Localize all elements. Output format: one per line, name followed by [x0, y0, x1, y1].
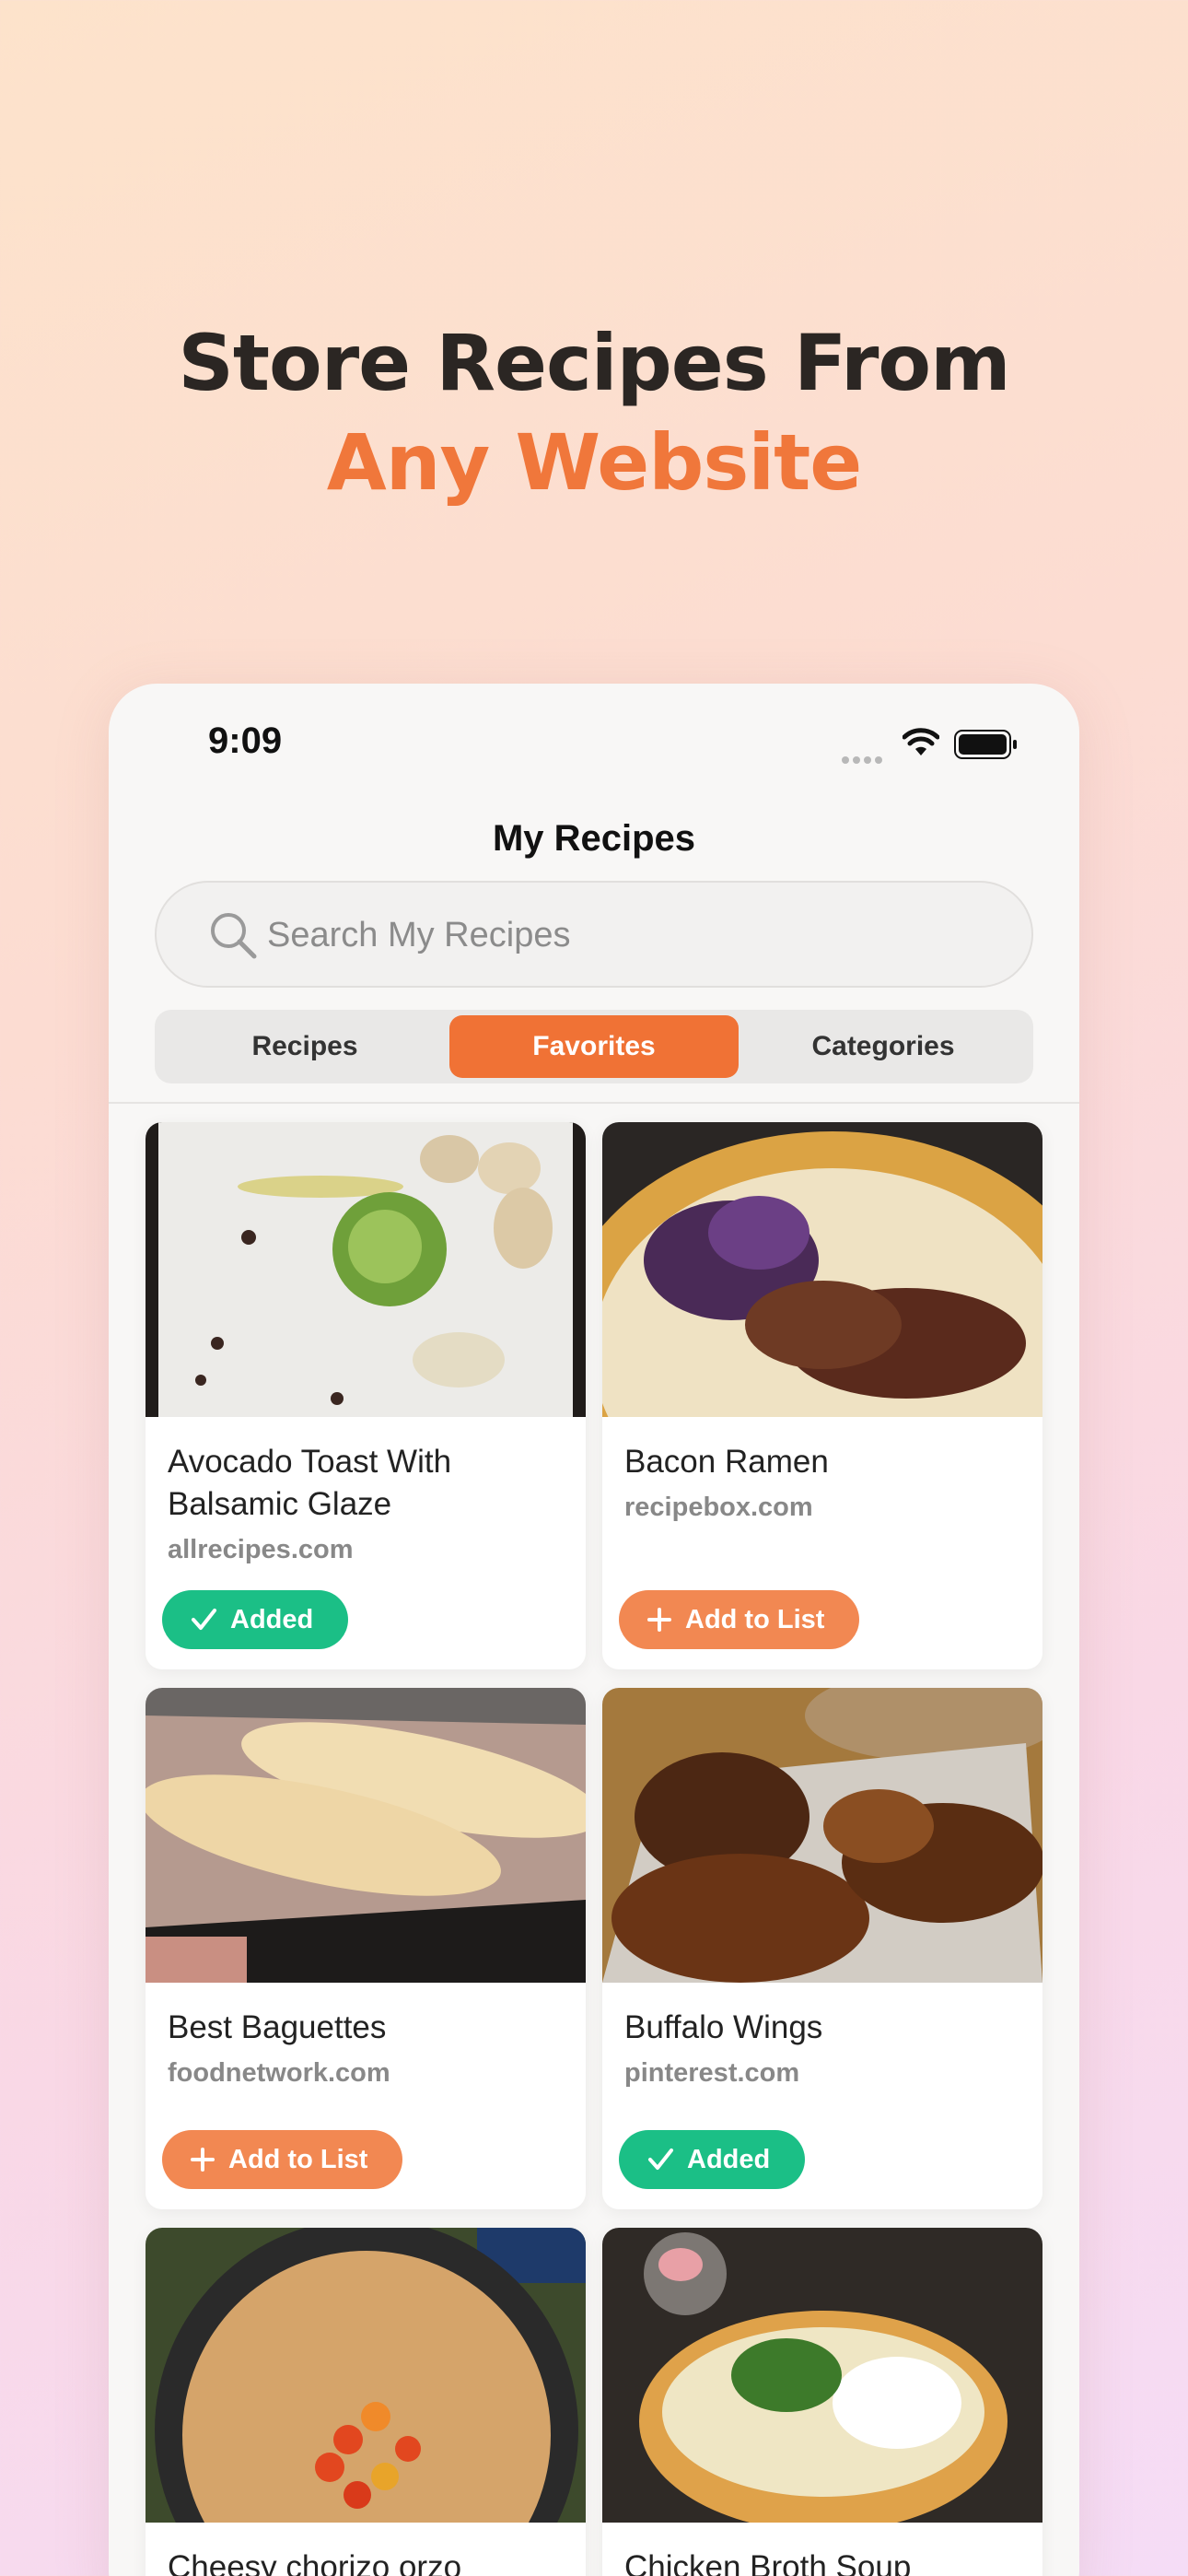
recipe-title: Chicken Broth Soup — [624, 2549, 912, 2576]
page-title: My Recipes — [492, 818, 696, 859]
recipe-title: Best Baguettes — [168, 2009, 387, 2045]
recipe-card[interactable]: Bacon Ramen recipebox.com Add to List — [602, 1122, 1042, 1669]
recipe-title: Cheesy chorizo orzo — [168, 2549, 462, 2576]
recipe-image-buffalo-wings — [602, 1688, 1042, 1983]
plus-icon — [646, 1607, 672, 1633]
headline-line-2: Any Website — [326, 417, 863, 508]
add-to-list-label: Add to List — [228, 2144, 368, 2174]
added-label: Added — [687, 2144, 771, 2174]
battery-icon — [954, 730, 1019, 764]
status-bar: 9:09 — [109, 720, 1079, 776]
tab-recipes[interactable]: Recipes — [160, 1015, 449, 1078]
search-icon — [211, 913, 257, 959]
recipe-card[interactable]: Buffalo Wings pinterest.com Added — [602, 1688, 1042, 2209]
recipe-source: recipebox.com — [624, 1493, 813, 1522]
tab-favorites[interactable]: Favorites — [449, 1015, 739, 1078]
headline: Store Recipes From Any Website — [0, 313, 1188, 512]
headline-line-1: Store Recipes From — [178, 318, 1010, 408]
search-bar[interactable] — [155, 881, 1033, 988]
tab-categories[interactable]: Categories — [739, 1015, 1028, 1078]
recipe-image-chicken-broth-soup — [602, 2228, 1042, 2523]
segmented-control: Recipes Favorites Categories — [155, 1010, 1033, 1083]
status-time: 9:09 — [208, 720, 283, 761]
recipe-title: Avocado Toast With Balsamic Glaze — [168, 1444, 452, 1522]
add-to-list-button[interactable]: Add to List — [619, 1590, 860, 1649]
cellular-signal-icon — [842, 752, 886, 768]
plus-icon — [190, 2147, 215, 2172]
recipe-image-avocado-toast — [146, 1122, 586, 1417]
recipe-card[interactable]: Cheesy chorizo orzo — [146, 2228, 586, 2576]
added-label: Added — [230, 1604, 314, 1634]
wifi-icon — [902, 728, 940, 762]
phone-screen: 9:09 My Recipes Recipes Favorites C — [109, 684, 1079, 2576]
add-to-list-button[interactable]: Add to List — [162, 2130, 403, 2189]
recipe-card[interactable]: Chicken Broth Soup — [602, 2228, 1042, 2576]
recipe-source: pinterest.com — [624, 2058, 800, 2088]
search-input[interactable] — [267, 903, 985, 967]
recipe-title: Buffalo Wings — [624, 2009, 823, 2045]
add-to-list-label: Add to List — [685, 1604, 825, 1634]
divider — [109, 1102, 1079, 1104]
recipe-image-bacon-ramen — [602, 1122, 1042, 1417]
recipe-title: Bacon Ramen — [624, 1444, 829, 1480]
recipe-card[interactable]: Avocado Toast With Balsamic Glaze allrec… — [146, 1122, 586, 1669]
recipe-card[interactable]: Best Baguettes foodnetwork.com Add to Li… — [146, 1688, 586, 2209]
recipe-source: foodnetwork.com — [168, 2058, 390, 2088]
checkmark-icon — [190, 1606, 217, 1633]
recipe-source: allrecipes.com — [168, 1535, 354, 1564]
added-button[interactable]: Added — [162, 1590, 349, 1649]
added-button[interactable]: Added — [619, 2130, 806, 2189]
recipe-image-baguettes — [146, 1688, 586, 1983]
checkmark-icon — [646, 2146, 674, 2173]
recipe-image-chorizo-orzo — [146, 2228, 586, 2523]
